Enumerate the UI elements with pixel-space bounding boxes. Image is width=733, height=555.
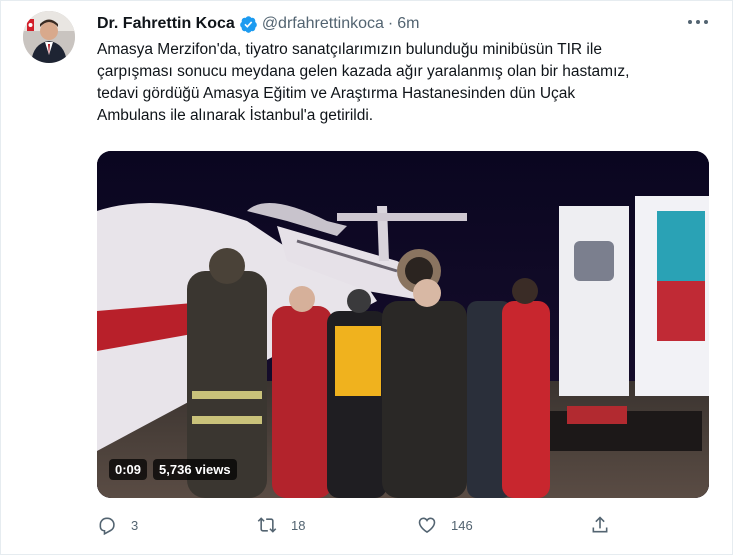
video-meta: 0:09 5,736 views — [109, 459, 237, 480]
video-views: 5,736 views — [153, 459, 237, 480]
share-button[interactable] — [590, 513, 610, 537]
tweet-header: Dr. Fahrettin Koca @drfahrettinkoca · 6m — [97, 13, 419, 35]
video-player[interactable]: 0:09 5,736 views — [97, 151, 709, 498]
like-button[interactable]: 146 — [417, 513, 473, 537]
avatar-image — [23, 11, 75, 63]
author-name[interactable]: Dr. Fahrettin Koca — [97, 15, 235, 33]
like-icon — [417, 515, 437, 535]
video-frame — [97, 151, 709, 498]
author-handle[interactable]: @drfahrettinkoca — [262, 15, 384, 33]
retweet-button[interactable]: 18 — [257, 513, 305, 537]
more-icon[interactable] — [685, 11, 711, 33]
tweet-text-line: tedavi gördüğü Amasya Eğitim ve Araştırm… — [97, 85, 576, 102]
retweet-icon — [257, 515, 277, 535]
share-icon — [590, 515, 610, 535]
tweet-text-line: Amasya Merzifon'da, tiyatro sanatçılarım… — [97, 41, 602, 58]
avatar[interactable] — [23, 11, 75, 63]
reply-button[interactable]: 3 — [97, 513, 138, 537]
like-count: 146 — [451, 517, 473, 533]
tweet-text-line: Ambulans ile alınarak İstanbul'a getiril… — [97, 107, 374, 124]
verified-badge-icon — [239, 15, 258, 34]
tweet-actions: 3 18 146 — [97, 513, 617, 537]
tweet-text-line: çarpışması sonucu meydana gelen kazada a… — [97, 63, 630, 80]
tweet-timestamp[interactable]: 6m — [397, 15, 419, 33]
tweet-card[interactable]: Dr. Fahrettin Koca @drfahrettinkoca · 6m… — [0, 0, 733, 555]
retweet-count: 18 — [291, 517, 306, 533]
separator-dot: · — [387, 15, 394, 32]
reply-count: 3 — [131, 517, 139, 533]
video-duration: 0:09 — [109, 459, 148, 480]
reply-icon — [97, 515, 117, 535]
tweet-text: Amasya Merzifon'da, tiyatro sanatçılarım… — [97, 39, 712, 127]
